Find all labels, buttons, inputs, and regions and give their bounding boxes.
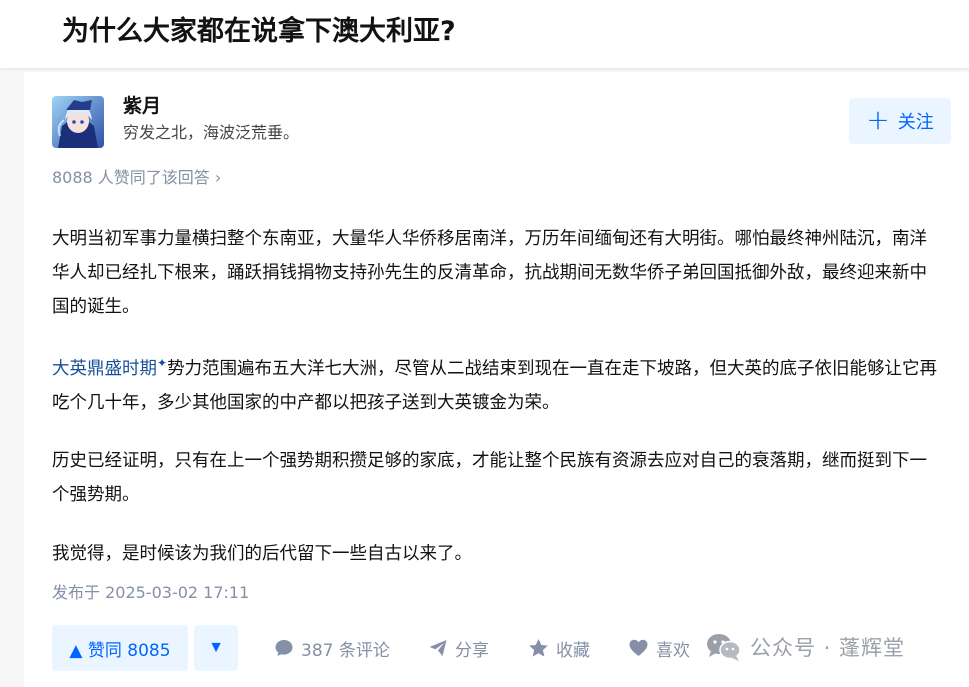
favorite-label: 收藏 xyxy=(556,640,590,661)
upvote-summary-link[interactable]: 8088 人赞同了该回答 › xyxy=(52,167,221,189)
wechat-icon xyxy=(707,634,741,661)
follow-button[interactable]: + 关注 xyxy=(849,98,951,144)
watermark: 公众号 · 蓬辉堂 xyxy=(706,629,905,665)
comment-bubble-icon xyxy=(275,640,293,656)
vote-down-icon: ▼ xyxy=(208,639,224,656)
heart-icon xyxy=(629,639,648,656)
share-button[interactable]: 分享 xyxy=(428,625,489,671)
like-button[interactable]: 喜欢 xyxy=(628,625,690,671)
avatar-image xyxy=(52,96,104,148)
question-title[interactable]: 为什么大家都在说拿下澳大利亚? xyxy=(62,12,456,52)
watermark-text: 公众号 · 蓬辉堂 xyxy=(750,636,906,660)
answer-paragraph: 历史已经证明，只有在上一个强势期积攒足够的家底，才能让整个民族有资源去应对自己的… xyxy=(52,451,927,505)
vote-up-label: ▲ 赞同 8085 xyxy=(69,640,171,661)
answer-paragraph: 大明当初军事力量横扫整个东南亚，大量华人华侨移居南洋，万历年间缅甸还有大明街。哪… xyxy=(52,229,927,317)
share-label: 分享 xyxy=(455,640,489,661)
vote-down-button[interactable]: ▼ xyxy=(194,625,238,671)
paragraph-text: 势力范围遍布五大洋七大洲，尽管从二战结束到现在一直在走下坡路，但大英的底子依旧能… xyxy=(52,358,938,413)
favorite-button[interactable]: 收藏 xyxy=(528,625,590,671)
follow-label: 关注 xyxy=(897,112,934,133)
author-avatar[interactable] xyxy=(52,96,104,148)
plus-icon: + xyxy=(866,102,890,136)
author-bio: 穷发之北，海波泛荒垂。 xyxy=(123,123,300,142)
inline-search-link[interactable]: 大英鼎盛时期 xyxy=(52,359,157,379)
vote-up-button[interactable]: ▲ 赞同 8085 xyxy=(52,625,188,671)
author-name[interactable]: 紫月 xyxy=(123,93,161,119)
comment-button[interactable]: 387 条评论 xyxy=(274,625,390,671)
answer-card: 紫月 穷发之北，海波泛荒垂。 + 关注 8088 人赞同了该回答 › 大明当初军… xyxy=(24,72,969,687)
answer-paragraph: 大英鼎盛时期✦势力范围遍布五大洋七大洲，尽管从二战结束到现在一直在走下坡路，但大… xyxy=(52,346,942,420)
question-header: 为什么大家都在说拿下澳大利亚? xyxy=(0,0,969,68)
paper-plane-icon xyxy=(429,640,447,656)
answer-paragraph: 我觉得，是时候该为我们的后代留下一些自古以来了。 xyxy=(52,544,472,564)
comment-label: 387 条评论 xyxy=(301,640,390,661)
like-label: 喜欢 xyxy=(656,640,690,661)
publish-time[interactable]: 发布于 2025-03-02 17:11 xyxy=(52,582,249,604)
sparkle-icon: ✦ xyxy=(157,356,168,370)
star-icon xyxy=(529,639,548,657)
